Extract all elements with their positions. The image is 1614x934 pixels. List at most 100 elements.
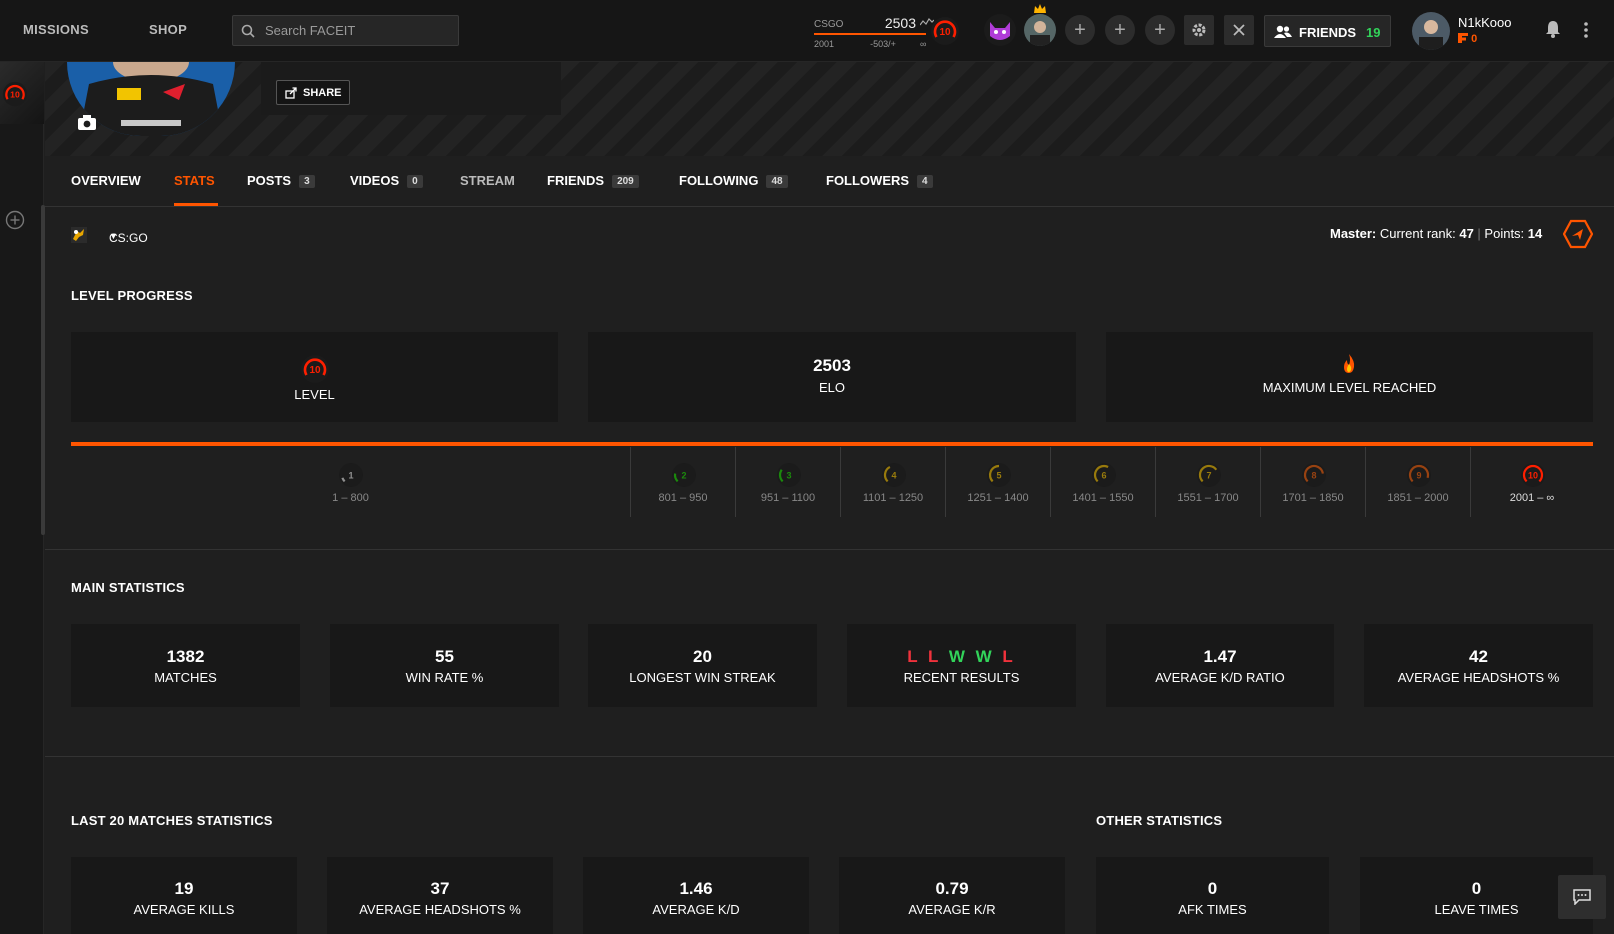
level-number: 10 xyxy=(1527,471,1537,481)
level-10-icon: 10 xyxy=(931,17,959,45)
level-range: 951 – 1100 xyxy=(760,492,816,504)
level-step-5: 5 1251 – 1400 xyxy=(945,447,1050,517)
level-range: 1251 – 1400 xyxy=(967,492,1029,504)
result-win: W xyxy=(975,647,995,666)
level-10-icon: 10 xyxy=(301,355,329,383)
nav-shop[interactable]: SHOP xyxy=(149,22,187,37)
party-avatar-cat[interactable] xyxy=(984,14,1016,46)
stat-label: AVERAGE HEADSHOTS % xyxy=(359,902,521,917)
leave-party-button[interactable] xyxy=(1224,15,1254,45)
tab-stats[interactable]: STATS xyxy=(174,173,215,188)
stat-label: AFK TIMES xyxy=(1178,902,1247,917)
tab-count: 4 xyxy=(917,175,933,188)
search-icon xyxy=(241,24,255,38)
top-bar: MISSIONS SHOP CSGO 2503 2001 -503/+ ∞ 10… xyxy=(0,0,1614,62)
stat-value: 37 xyxy=(430,879,450,898)
elo-progress-bar xyxy=(814,33,926,35)
tab-overview[interactable]: OVERVIEW xyxy=(71,173,141,188)
master-rank-icon[interactable] xyxy=(1563,219,1593,249)
stat-value: 1.46 xyxy=(679,879,713,898)
level-10-icon: 10 xyxy=(2,81,28,107)
stat-value: 1382 xyxy=(166,647,205,666)
elo-level-number: 10 xyxy=(939,27,951,38)
invite-slot-button[interactable]: + xyxy=(1065,15,1095,45)
camera-icon[interactable] xyxy=(77,114,97,131)
share-icon xyxy=(285,87,297,99)
party-avatar-leader[interactable] xyxy=(1024,14,1056,46)
elo-min: 2001 xyxy=(814,39,835,49)
level-2-icon: 2 xyxy=(671,463,696,487)
friends-button[interactable]: FRIENDS 19 xyxy=(1264,15,1391,47)
stat-value: 19 xyxy=(174,879,194,898)
tab-posts[interactable]: POSTS 3 xyxy=(247,173,315,188)
tab-friends[interactable]: FRIENDS 209 xyxy=(547,173,639,188)
level-number: 8 xyxy=(1311,471,1316,481)
search-box[interactable] xyxy=(232,15,459,46)
level-step-9: 9 1851 – 2000 xyxy=(1365,447,1470,517)
other-stats-title: OTHER STATISTICS xyxy=(1096,813,1223,828)
elo-card: 2503 ELO xyxy=(588,332,1076,422)
elo-diff: -503/+ xyxy=(870,39,896,49)
more-options-icon[interactable] xyxy=(1583,21,1589,39)
invite-slot-button[interactable]: + xyxy=(1145,15,1175,45)
level-step-3: 3 951 – 1100 xyxy=(735,447,840,517)
level-3-icon: 3 xyxy=(776,463,801,487)
stat-value: 0.79 xyxy=(935,879,969,898)
stat-card-afk: 0 AFK TIMES xyxy=(1096,857,1329,934)
tab-following[interactable]: FOLLOWING 48 xyxy=(679,173,788,188)
elo-max: ∞ xyxy=(920,39,927,49)
level-range: 1551 – 1700 xyxy=(1177,492,1239,504)
stat-label: LONGEST WIN STREAK xyxy=(629,670,776,685)
level-number: 2 xyxy=(681,471,686,481)
bell-icon[interactable] xyxy=(1545,20,1561,38)
party-settings-button[interactable] xyxy=(1184,15,1214,45)
active-tab-indicator xyxy=(174,203,218,206)
level-6-icon: 6 xyxy=(1091,463,1116,487)
level-progress-bar xyxy=(71,442,1593,446)
nav-missions[interactable]: MISSIONS xyxy=(23,22,89,37)
level-step-2: 2 801 – 950 xyxy=(630,447,735,517)
level-range: 1851 – 2000 xyxy=(1387,492,1449,504)
level-10-icon: 10 xyxy=(1520,463,1545,487)
friends-count: 19 xyxy=(1366,25,1381,40)
elo-widget[interactable]: CSGO 2503 2001 -503/+ ∞ 10 xyxy=(812,12,964,52)
tab-count: 3 xyxy=(299,175,315,188)
level-range: 1 – 800 xyxy=(332,492,369,504)
user-name[interactable]: N1kKooo xyxy=(1458,15,1511,30)
stat-card-avg-headshots: 37 AVERAGE HEADSHOTS % xyxy=(327,857,553,934)
share-button[interactable]: SHARE xyxy=(276,80,350,105)
user-avatar[interactable] xyxy=(1412,12,1450,50)
tab-followers[interactable]: FOLLOWERS 4 xyxy=(826,173,933,188)
search-input[interactable] xyxy=(265,16,455,45)
level-8-icon: 8 xyxy=(1301,463,1326,487)
level-number: 6 xyxy=(1101,471,1106,481)
level-step-10: 10 2001 – ∞ xyxy=(1470,447,1593,517)
tab-videos[interactable]: VIDEOS 0 xyxy=(350,173,423,188)
level-number: 9 xyxy=(1416,471,1421,481)
faceit-points-icon xyxy=(1458,33,1468,43)
result-loss: L xyxy=(1002,647,1016,666)
tab-count: 48 xyxy=(766,175,788,188)
gear-icon xyxy=(1192,23,1206,37)
profile-banner xyxy=(45,62,1614,156)
tab-count: 209 xyxy=(612,175,639,188)
stat-card-avg-kills: 19 AVERAGE KILLS xyxy=(71,857,297,934)
stat-label: RECENT RESULTS xyxy=(903,670,1020,685)
stat-value: 55 xyxy=(435,647,454,666)
elo-card-label: ELO xyxy=(818,380,845,395)
invite-slot-button[interactable]: + xyxy=(1105,15,1135,45)
tab-stream[interactable]: STREAM xyxy=(460,173,515,188)
chat-button[interactable] xyxy=(1558,875,1606,919)
level-9-icon: 9 xyxy=(1406,463,1431,487)
crown-icon xyxy=(1034,4,1046,13)
close-icon xyxy=(1233,24,1245,36)
level-step-8: 8 1701 – 1850 xyxy=(1260,447,1365,517)
game-selector[interactable]: CS:GO ▼ xyxy=(71,227,148,248)
tab-count: 0 xyxy=(407,175,423,188)
level-1-icon: 1 xyxy=(338,463,363,487)
stat-label: AVERAGE K/R xyxy=(908,902,996,917)
stat-card-avg-kr: 0.79 AVERAGE K/R xyxy=(839,857,1065,934)
scrollbar[interactable] xyxy=(41,205,45,535)
add-circle-icon[interactable] xyxy=(5,210,25,230)
user-points: 0 xyxy=(1458,33,1477,45)
